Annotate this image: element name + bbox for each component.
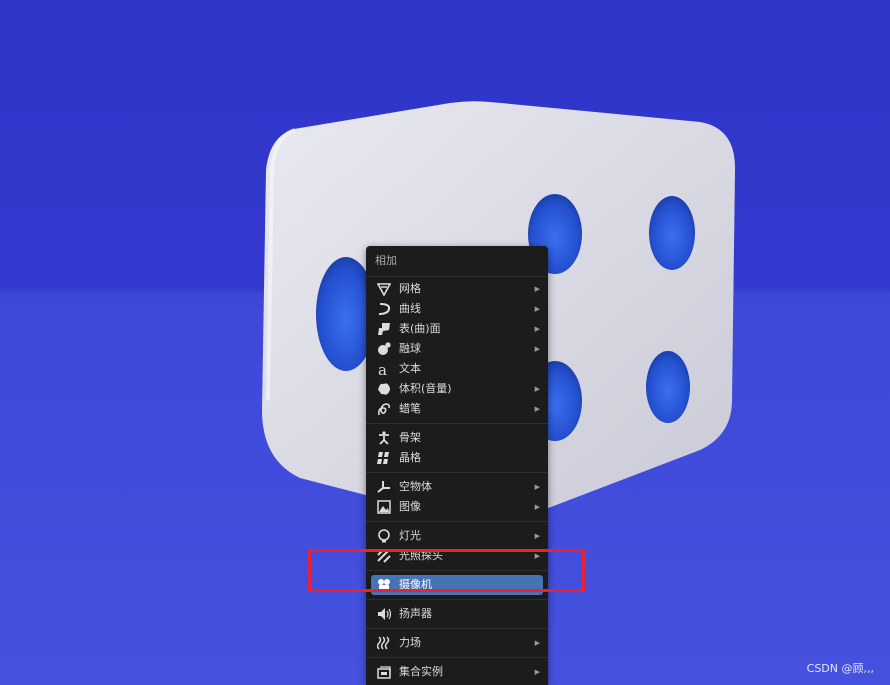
submenu-arrow-icon: ▶ xyxy=(534,385,540,393)
dice-pip xyxy=(649,196,695,270)
lattice-icon xyxy=(377,452,389,464)
submenu-arrow-icon: ▶ xyxy=(534,325,540,333)
menu-item-label: 曲线 xyxy=(399,302,421,315)
menu-item-label: 扬声器 xyxy=(399,607,432,620)
force-field-icon xyxy=(377,636,390,650)
menu-item-curve[interactable]: 曲线 ▶ xyxy=(366,299,548,319)
mesh-icon xyxy=(377,283,391,296)
menu-item-label: 体积(音量) xyxy=(399,382,452,395)
menu-item-label: 晶格 xyxy=(399,451,421,464)
menu-title: 相加 xyxy=(366,246,548,277)
dice-pip xyxy=(646,351,690,423)
menu-item-grease-pencil[interactable]: 蜡笔 ▶ xyxy=(366,399,548,419)
menu-body: 网格 ▶ 曲线 ▶ 表(曲)面 ▶ 融球 ▶ a 文本 体积(音量) ▶ 蜡笔 ▶ 骨架 晶格 空物体 ▶ 图像 ▶ 灯… xyxy=(366,277,548,684)
armature-icon xyxy=(379,431,389,445)
menu-group: 集合实例 ▶ xyxy=(366,660,548,684)
submenu-arrow-icon: ▶ xyxy=(534,405,540,413)
menu-item-light[interactable]: 灯光 ▶ xyxy=(366,526,548,546)
volume-icon xyxy=(378,383,390,395)
svg-text:a: a xyxy=(378,362,387,376)
menu-item-label: 力场 xyxy=(399,636,421,649)
annotation-highlight-box xyxy=(308,549,585,592)
menu-item-armature[interactable]: 骨架 xyxy=(366,428,548,448)
menu-item-lattice[interactable]: 晶格 xyxy=(366,448,548,468)
menu-item-speaker[interactable]: 扬声器 xyxy=(366,604,548,624)
menu-item-label: 网格 xyxy=(399,282,421,295)
image-icon xyxy=(377,500,391,514)
menu-item-mesh[interactable]: 网格 ▶ xyxy=(366,279,548,299)
submenu-arrow-icon: ▶ xyxy=(534,639,540,647)
menu-separator xyxy=(366,472,548,473)
menu-item-label: 骨架 xyxy=(399,431,421,444)
menu-item-collection-instance[interactable]: 集合实例 ▶ xyxy=(366,662,548,682)
menu-item-force-field[interactable]: 力场 ▶ xyxy=(366,633,548,653)
empty-icon xyxy=(377,481,390,493)
submenu-arrow-icon: ▶ xyxy=(534,668,540,676)
menu-item-image[interactable]: 图像 ▶ xyxy=(366,497,548,517)
menu-separator xyxy=(366,657,548,658)
text-icon: a xyxy=(378,362,387,376)
menu-item-label: 表(曲)面 xyxy=(399,322,441,335)
metaball-icon xyxy=(378,342,391,355)
submenu-arrow-icon: ▶ xyxy=(534,305,540,313)
submenu-arrow-icon: ▶ xyxy=(534,345,540,353)
submenu-arrow-icon: ▶ xyxy=(534,532,540,540)
grease-pencil-icon xyxy=(378,403,390,416)
menu-item-label: 灯光 xyxy=(399,529,421,542)
surface-icon xyxy=(378,323,390,335)
menu-item-empty[interactable]: 空物体 ▶ xyxy=(366,477,548,497)
menu-item-label: 图像 xyxy=(399,500,421,513)
menu-item-volume[interactable]: 体积(音量) ▶ xyxy=(366,379,548,399)
add-context-menu: 相加 网格 ▶ 曲线 ▶ 表(曲)面 ▶ 融球 ▶ a 文本 体积(音量) ▶ 蜡笔 ▶ 骨架 晶格 空物体 ▶ 图… xyxy=(366,246,548,685)
menu-group: 网格 ▶ 曲线 ▶ 表(曲)面 ▶ 融球 ▶ a 文本体积(音量) ▶ 蜡笔 ▶ xyxy=(366,277,548,421)
menu-group: 骨架 晶格 xyxy=(366,426,548,470)
menu-item-surface[interactable]: 表(曲)面 ▶ xyxy=(366,319,548,339)
menu-item-text[interactable]: a 文本 xyxy=(366,359,548,379)
collection-instance-icon xyxy=(377,666,391,679)
menu-item-metaball[interactable]: 融球 ▶ xyxy=(366,339,548,359)
menu-item-label: 蜡笔 xyxy=(399,402,421,415)
submenu-arrow-icon: ▶ xyxy=(534,503,540,511)
menu-separator xyxy=(366,599,548,600)
menu-item-label: 融球 xyxy=(399,342,421,355)
menu-item-label: 文本 xyxy=(399,362,421,375)
menu-item-label: 空物体 xyxy=(399,480,432,493)
menu-separator xyxy=(366,423,548,424)
menu-group: 空物体 ▶ 图像 ▶ xyxy=(366,475,548,519)
menu-separator xyxy=(366,628,548,629)
menu-group: 扬声器 xyxy=(366,602,548,626)
curve-icon xyxy=(378,303,391,315)
submenu-arrow-icon: ▶ xyxy=(534,285,540,293)
menu-item-label: 集合实例 xyxy=(399,665,443,678)
submenu-arrow-icon: ▶ xyxy=(534,483,540,491)
menu-separator xyxy=(366,521,548,522)
watermark: CSDN @顾,,, xyxy=(806,662,874,675)
speaker-icon xyxy=(378,608,391,620)
menu-group: 力场 ▶ xyxy=(366,631,548,655)
light-icon xyxy=(378,529,390,543)
